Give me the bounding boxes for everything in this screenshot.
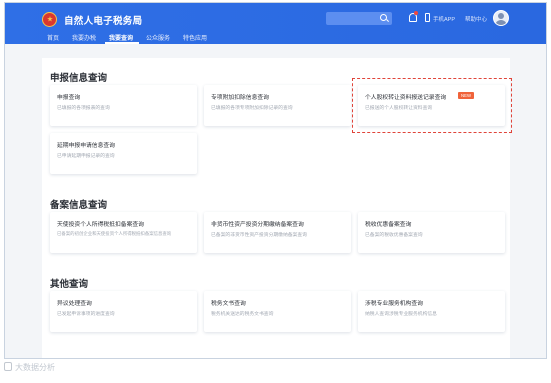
card-title: 延期申报申请信息查询	[57, 143, 115, 149]
mobile-app-link[interactable]: 手机APP	[433, 15, 455, 23]
main-nav: 首页 我要办税 我要查询 公众服务 特色应用	[5, 30, 546, 44]
highlight-box	[352, 78, 512, 133]
card-non-monetary-asset-query[interactable]: 非货币性资产投资分期缴纳备案查询 已备案的非货币性资产投资分期缴纳备案查询	[204, 212, 351, 253]
card-desc: 已备案的初创企业和天使投资个人所得税抵扣备案信息查询	[57, 231, 172, 236]
card-title: 天使投资个人所得税抵扣备案查询	[57, 222, 144, 228]
card-title: 专项附加扣除信息查询	[211, 95, 269, 101]
nav-public-service[interactable]: 公众服务	[146, 33, 170, 42]
section-title-other: 其他查询	[50, 279, 89, 290]
app-window: 自然人电子税务局 手机APP 帮助中心 首页 我要办税 我要查询 公众服务 特色…	[4, 2, 547, 359]
nav-featured-apps[interactable]: 特色应用	[183, 33, 207, 42]
card-title: 税收优惠备案查询	[365, 222, 412, 228]
section-title-filing: 备案信息查询	[50, 200, 108, 211]
notification-dot	[414, 11, 418, 15]
brand-title: 自然人电子税务局	[64, 16, 143, 27]
user-avatar[interactable]	[493, 10, 509, 26]
watermark-icon	[4, 362, 12, 371]
nav-active-underline	[105, 42, 139, 44]
card-title: 申报查询	[57, 95, 81, 101]
card-tax-agency-query[interactable]: 涉税专业服务机构查询 纳税人查询涉税专业服务机构信息	[358, 291, 505, 332]
phone-icon[interactable]	[425, 13, 430, 22]
search-icon[interactable]	[380, 14, 387, 21]
card-desc: 已备案的非货币性资产投资分期缴纳备案查询	[211, 233, 307, 238]
card-special-deduction-query[interactable]: 专项附加扣除信息查询 已填报的各项专项附加扣除记录的查询	[204, 85, 351, 126]
card-objection-query[interactable]: 异议处理查询 已发起申诉事项的进度查询	[50, 291, 197, 332]
tax-emblem-logo	[42, 12, 57, 27]
card-deferred-declaration-query[interactable]: 延期申报申请信息查询 已申请延期申报记录的查询	[50, 133, 197, 174]
card-title: 异议处理查询	[57, 301, 92, 307]
card-desc: 已填报的各项专项附加扣除记录的查询	[211, 106, 293, 111]
card-title: 非货币性资产投资分期缴纳备案查询	[211, 222, 304, 228]
card-tax-incentive-query[interactable]: 税收优惠备案查询 已备案的税收优惠备案查询	[358, 212, 505, 253]
nav-home[interactable]: 首页	[47, 33, 59, 42]
card-desc: 已申请延期申报记录的查询	[57, 154, 115, 159]
help-center-link[interactable]: 帮助中心	[465, 15, 487, 23]
card-title: 涉税专业服务机构查询	[365, 301, 423, 307]
query-content: 申报信息查询 申报查询 已填报的各项报表的查询 专项附加扣除信息查询 已填报的各…	[42, 58, 512, 358]
card-angel-investment-query[interactable]: 天使投资个人所得税抵扣备案查询 已备案的初创企业和天使投资个人所得税抵扣备案信息…	[50, 212, 197, 253]
card-title: 税务文书查询	[211, 301, 246, 307]
card-tax-document-query[interactable]: 税务文书查询 税务机关送达的税务文书查询	[204, 291, 351, 332]
nav-tax-handling[interactable]: 我要办税	[72, 33, 96, 42]
card-desc: 纳税人查询涉税专业服务机构信息	[365, 312, 437, 317]
top-header: 自然人电子税务局 手机APP 帮助中心 首页 我要办税 我要查询 公众服务 特色…	[5, 3, 546, 44]
card-declaration-query[interactable]: 申报查询 已填报的各项报表的查询	[50, 85, 197, 126]
card-desc: 税务机关送达的税务文书查询	[211, 312, 274, 317]
section-title-declaration: 申报信息查询	[50, 73, 108, 84]
card-desc: 已填报的各项报表的查询	[57, 106, 110, 111]
card-desc: 已发起申诉事项的进度查询	[57, 312, 115, 317]
watermark-text: 大数据分析	[15, 363, 55, 372]
nav-query[interactable]: 我要查询	[109, 33, 133, 42]
card-desc: 已备案的税收优惠备案查询	[365, 233, 423, 238]
